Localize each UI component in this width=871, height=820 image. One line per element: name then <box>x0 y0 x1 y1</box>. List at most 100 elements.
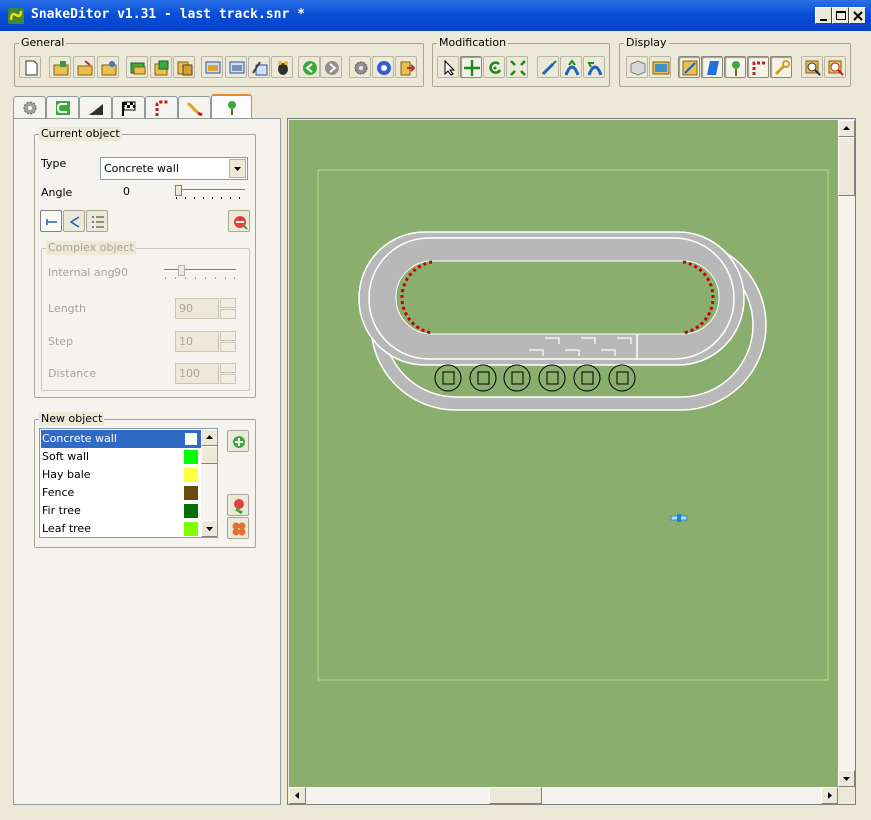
tab-brush[interactable] <box>178 96 211 118</box>
selected-object-marker[interactable] <box>670 514 688 522</box>
current-object-group: Current object Type Concrete wall Angle … <box>34 127 256 398</box>
minimize-icon <box>820 19 827 21</box>
tab-flag[interactable] <box>112 96 145 118</box>
minimize-button[interactable] <box>815 7 832 24</box>
angle-object-button[interactable] <box>63 210 85 232</box>
angle-slider-thumb[interactable] <box>175 185 182 196</box>
internal-ang-slider[interactable] <box>164 265 236 279</box>
step-down-button[interactable] <box>220 342 236 352</box>
group-object-button[interactable] <box>227 517 249 539</box>
distance-down-button[interactable] <box>220 374 236 384</box>
display-group: Display <box>619 36 851 87</box>
track-canvas[interactable] <box>289 120 838 787</box>
exit-button[interactable] <box>395 56 417 78</box>
resize-button[interactable] <box>506 56 528 78</box>
ramp-button[interactable] <box>583 56 605 78</box>
add-object-button[interactable] <box>227 430 249 452</box>
type-select-dropdown[interactable] <box>229 159 246 178</box>
tab-gear[interactable] <box>13 96 46 118</box>
paste-button[interactable] <box>150 56 172 78</box>
canvas-scroll-up[interactable] <box>838 120 855 137</box>
rotate-button[interactable] <box>483 56 505 78</box>
tab-object[interactable] <box>211 94 252 118</box>
length-down-button[interactable] <box>220 309 236 319</box>
distance-value: 100 <box>179 367 200 380</box>
replace-object-button[interactable] <box>227 494 249 516</box>
canvas-scroll-right[interactable] <box>821 787 838 804</box>
type-select[interactable]: Concrete wall <box>100 157 248 180</box>
copy-button[interactable] <box>173 56 195 78</box>
internal-ang-slider-thumb[interactable] <box>178 265 185 276</box>
distance-spinner[interactable]: 100 <box>175 363 238 384</box>
general-group: General <box>14 36 424 87</box>
list-item[interactable]: Fir tree <box>41 502 201 520</box>
line-object-icon <box>46 219 57 225</box>
maximize-button[interactable] <box>832 7 849 24</box>
tab-curb[interactable] <box>145 96 178 118</box>
forward-button[interactable] <box>320 56 342 78</box>
list-scrollbar[interactable] <box>201 429 217 537</box>
canvas-hscroll-thumb[interactable] <box>489 787 542 804</box>
help-icon <box>377 61 391 75</box>
color-swatch <box>184 522 198 536</box>
angle-slider[interactable] <box>175 185 245 199</box>
chevron-up-icon <box>843 126 850 130</box>
3d-box-button[interactable] <box>626 56 648 78</box>
length-spinner[interactable]: 90 <box>175 298 238 319</box>
tab-track[interactable] <box>46 96 79 118</box>
list-scroll-down[interactable] <box>201 520 217 537</box>
delete-object-button[interactable] <box>228 210 250 232</box>
list-scroll-thumb[interactable] <box>201 446 217 464</box>
close-button[interactable] <box>849 7 866 24</box>
bug-icon <box>278 61 288 75</box>
save-button[interactable] <box>97 56 119 78</box>
step-up-button[interactable] <box>220 331 236 341</box>
layer-button[interactable] <box>126 56 148 78</box>
open-folder-button[interactable] <box>73 56 95 78</box>
list-item[interactable]: Leaf tree <box>41 520 201 537</box>
back-button[interactable] <box>298 56 320 78</box>
tab-ramp[interactable] <box>79 96 112 118</box>
grid-view-button[interactable] <box>678 56 700 78</box>
picture-button[interactable] <box>649 56 671 78</box>
canvas-scroll-down[interactable] <box>838 770 855 787</box>
list-item[interactable]: Fence <box>41 484 201 502</box>
zoom-in-button[interactable] <box>801 56 823 78</box>
length-up-button[interactable] <box>220 298 236 308</box>
pin-button[interactable] <box>724 56 746 78</box>
help-button[interactable] <box>372 56 394 78</box>
canvas-scroll-left[interactable] <box>289 787 306 804</box>
list-item[interactable]: Concrete wall <box>41 430 201 448</box>
single-object-button[interactable] <box>40 210 62 232</box>
title-bar: SnakeDitor v1.31 - last track.snr * <box>0 0 871 31</box>
track-map[interactable] <box>289 120 838 787</box>
scrollbar-corner <box>838 787 855 804</box>
list-item[interactable]: Soft wall <box>41 448 201 466</box>
zoom-out-button[interactable] <box>824 56 846 78</box>
canvas-horizontal-scrollbar[interactable] <box>289 787 838 804</box>
list-item[interactable]: Hay bale <box>41 466 201 484</box>
screen-button[interactable] <box>201 56 223 78</box>
bug-button[interactable] <box>271 56 293 78</box>
canvas-vscroll-thumb[interactable] <box>838 137 855 196</box>
new-object-list[interactable]: Concrete wall Soft wall Hay bale Fence F… <box>39 428 218 538</box>
shape-button[interactable] <box>701 56 723 78</box>
type-label: Type <box>41 157 67 170</box>
open-button[interactable] <box>49 56 71 78</box>
distance-up-button[interactable] <box>220 363 236 373</box>
canvas-vertical-scrollbar[interactable] <box>838 120 855 787</box>
new-button[interactable] <box>19 56 41 78</box>
wand-button[interactable] <box>537 56 559 78</box>
wrench-button[interactable] <box>770 56 792 78</box>
settings-button[interactable] <box>349 56 371 78</box>
list-object-button[interactable] <box>86 210 108 232</box>
step-spinner[interactable]: 10 <box>175 331 238 352</box>
corner-button[interactable] <box>747 56 769 78</box>
screen-copy-button[interactable] <box>225 56 247 78</box>
list-scroll-up[interactable] <box>201 429 217 446</box>
move-button[interactable] <box>460 56 482 78</box>
tools-button[interactable] <box>248 56 270 78</box>
pointer-button[interactable] <box>437 56 459 78</box>
arch-button[interactable] <box>560 56 582 78</box>
group-icon <box>232 522 246 536</box>
